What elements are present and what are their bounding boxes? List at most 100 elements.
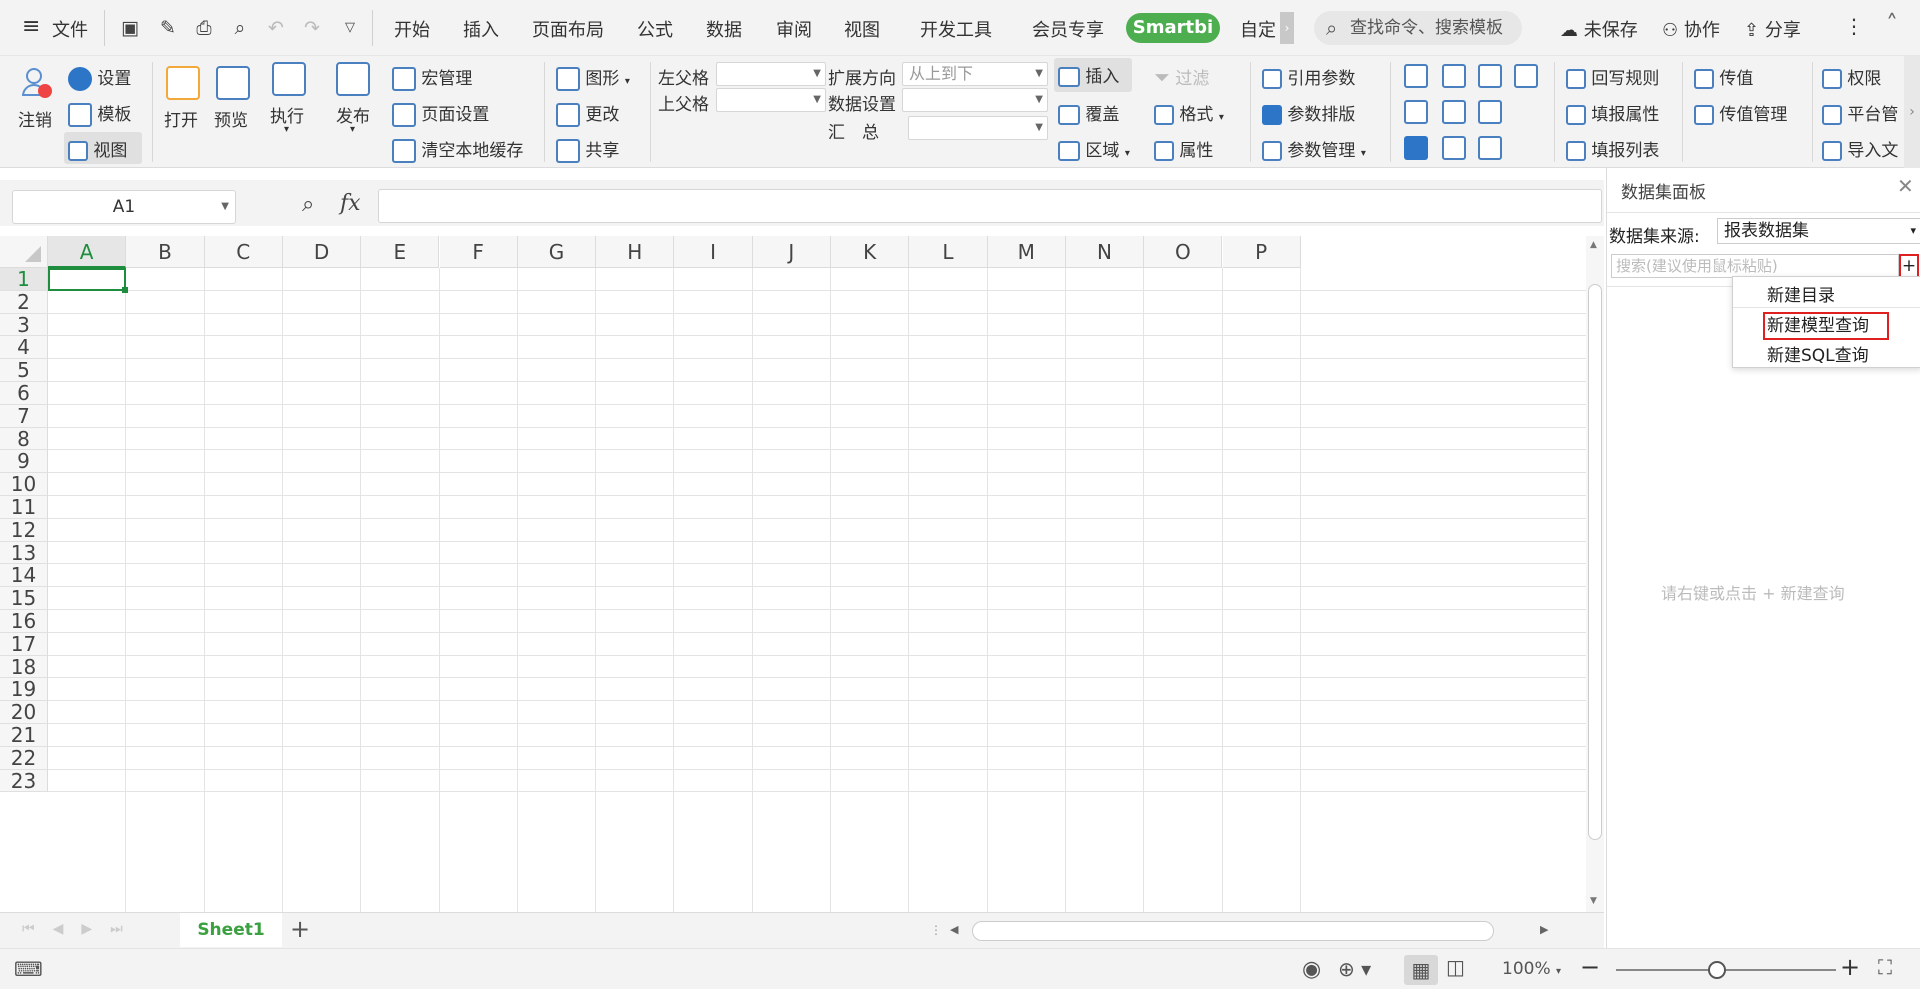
- cross-cursor-icon[interactable]: ⊕ ▾: [1338, 957, 1371, 981]
- param-manage-button[interactable]: 参数管理 ▾: [1262, 136, 1366, 161]
- cover-button[interactable]: 覆盖: [1058, 100, 1119, 125]
- hamburger-icon[interactable]: ≡: [22, 14, 40, 39]
- chevron-down-icon[interactable]: ▾: [284, 124, 289, 135]
- permission-button[interactable]: 权限: [1822, 64, 1881, 89]
- column-header-d[interactable]: D: [282, 236, 362, 268]
- pass-value-button[interactable]: 传值: [1694, 64, 1753, 89]
- format-button[interactable]: 格式 ▾: [1154, 100, 1224, 125]
- platform-button[interactable]: 平台管: [1822, 100, 1898, 125]
- settings-button[interactable]: 设置: [68, 64, 131, 91]
- preview-button[interactable]: 预览: [214, 106, 248, 131]
- template-button[interactable]: 模板: [68, 100, 131, 127]
- row-header-16[interactable]: 16: [0, 610, 48, 633]
- column-header-a[interactable]: A: [48, 236, 127, 268]
- row-header-22[interactable]: 22: [0, 746, 48, 770]
- command-search[interactable]: ⌕ 查找命令、搜索模板: [1314, 11, 1522, 45]
- spreadsheet-grid[interactable]: A B C D E F G H I J K L M N O P 1 2 3 4 5 6 7 8 9 10 11 12 13 14 15 16 1…: [0, 236, 1586, 912]
- row-header-19[interactable]: 19: [0, 678, 48, 702]
- zoom-slider-handle[interactable]: [1708, 961, 1726, 979]
- tab-custom[interactable]: 自定: [1240, 16, 1276, 41]
- fill-handle[interactable]: [122, 286, 129, 293]
- tab-smartbi[interactable]: Smartbi: [1126, 13, 1220, 43]
- eye-protection-icon[interactable]: ◉: [1302, 957, 1321, 982]
- column-header-n[interactable]: N: [1065, 236, 1145, 268]
- scroll-right-icon[interactable]: ▶: [1540, 923, 1548, 936]
- logout-button[interactable]: 注销: [18, 106, 52, 131]
- row-header-14[interactable]: 14: [0, 564, 48, 588]
- column-header-k[interactable]: K: [831, 236, 910, 268]
- unsaved-button[interactable]: ☁ 未保存: [1560, 16, 1638, 42]
- column-header-g[interactable]: G: [517, 236, 597, 268]
- formula-input[interactable]: [378, 189, 1602, 223]
- scroll-up-icon[interactable]: ▲: [1590, 240, 1597, 250]
- name-box[interactable]: A1 ▼: [12, 190, 236, 224]
- row-header-1[interactable]: 1: [0, 268, 48, 291]
- column-header-i[interactable]: I: [674, 236, 753, 268]
- list-widget-icon[interactable]: [1404, 100, 1428, 124]
- redo-icon[interactable]: ↷: [300, 16, 324, 40]
- zoom-level[interactable]: 100% ▾: [1502, 959, 1561, 979]
- vertical-scrollbar[interactable]: ▲ ▼: [1586, 236, 1604, 912]
- import-button[interactable]: 导入文: [1822, 136, 1898, 161]
- close-icon[interactable]: ✕: [1897, 174, 1914, 198]
- region-button[interactable]: 区域 ▾: [1058, 136, 1130, 161]
- row-header-2[interactable]: 2: [0, 290, 48, 314]
- fill-list-button[interactable]: 填报列表: [1566, 136, 1659, 161]
- horizontal-scroll-thumb[interactable]: [972, 921, 1494, 941]
- row-header-18[interactable]: 18: [0, 655, 48, 679]
- collaborate-button[interactable]: ⚇ 协作: [1662, 16, 1720, 42]
- tab-data[interactable]: 数据: [706, 16, 742, 41]
- ribbon-scroll-right-button[interactable]: ›: [1904, 56, 1920, 168]
- sheet-tab-sheet1[interactable]: Sheet1: [180, 913, 282, 947]
- row-header-3[interactable]: 3: [0, 313, 48, 337]
- more-icon[interactable]: ⋮: [1844, 14, 1864, 38]
- macro-record-icon[interactable]: ⌨: [14, 957, 43, 981]
- zoom-slider-track[interactable]: [1616, 969, 1836, 971]
- row-header-23[interactable]: 23: [0, 769, 48, 793]
- open-button[interactable]: 打开: [164, 106, 198, 131]
- tab-insert[interactable]: 插入: [463, 16, 499, 41]
- menu-item-new-sql-query[interactable]: 新建SQL查询: [1767, 341, 1869, 366]
- column-header-c[interactable]: C: [204, 236, 283, 268]
- row-header-10[interactable]: 10: [0, 473, 48, 496]
- column-header-p[interactable]: P: [1222, 236, 1301, 268]
- chart-button[interactable]: 图形 ▾: [556, 64, 630, 91]
- tab-formula[interactable]: 公式: [637, 16, 673, 41]
- textbox-widget-icon[interactable]: [1478, 100, 1502, 124]
- tab-scroll-right-button[interactable]: ›: [1280, 12, 1294, 44]
- calendar-widget-icon[interactable]: [1514, 64, 1538, 88]
- clear-cache-button[interactable]: 清空本地缓存: [392, 136, 523, 163]
- button-widget-icon[interactable]: [1404, 64, 1428, 88]
- zoom-in-button[interactable]: +: [1840, 953, 1860, 981]
- save-icon[interactable]: ▣: [118, 16, 142, 40]
- print-icon[interactable]: ⎙: [192, 16, 216, 40]
- page-view-icon[interactable]: ◫: [1446, 955, 1465, 979]
- tab-view[interactable]: 视图: [844, 16, 880, 41]
- filter-button[interactable]: ⏷ 过滤: [1154, 64, 1209, 89]
- chevron-down-icon[interactable]: ▾: [350, 124, 355, 135]
- column-header-o[interactable]: O: [1144, 236, 1223, 268]
- zoom-out-button[interactable]: −: [1580, 953, 1600, 981]
- left-parent-select[interactable]: ▼: [716, 62, 826, 86]
- add-sheet-button[interactable]: +: [290, 915, 310, 943]
- link-widget-icon[interactable]: [1442, 136, 1466, 160]
- source-select[interactable]: 报表数据集 ▾: [1717, 218, 1920, 244]
- share-chart-button[interactable]: 共享: [556, 136, 619, 163]
- row-header-20[interactable]: 20: [0, 701, 48, 724]
- pass-manage-button[interactable]: 传值管理: [1694, 100, 1787, 125]
- row-header-6[interactable]: 6: [0, 382, 48, 405]
- row-header-8[interactable]: 8: [0, 427, 48, 451]
- row-header-9[interactable]: 9: [0, 450, 48, 474]
- row-header-15[interactable]: 15: [0, 587, 48, 610]
- tab-member[interactable]: 会员专享: [1032, 16, 1104, 41]
- page-settings-button[interactable]: 页面设置: [392, 100, 489, 127]
- column-header-b[interactable]: B: [126, 236, 205, 268]
- row-header-7[interactable]: 7: [0, 404, 48, 428]
- row-header-17[interactable]: 17: [0, 632, 48, 656]
- menu-item-new-folder[interactable]: 新建目录: [1767, 281, 1835, 306]
- tab-review[interactable]: 审阅: [776, 16, 812, 41]
- column-header-e[interactable]: E: [361, 236, 440, 268]
- file-menu[interactable]: 文件: [52, 16, 88, 41]
- tab-home[interactable]: 开始: [394, 16, 430, 41]
- zoom-formula-icon[interactable]: ⌕: [302, 192, 314, 217]
